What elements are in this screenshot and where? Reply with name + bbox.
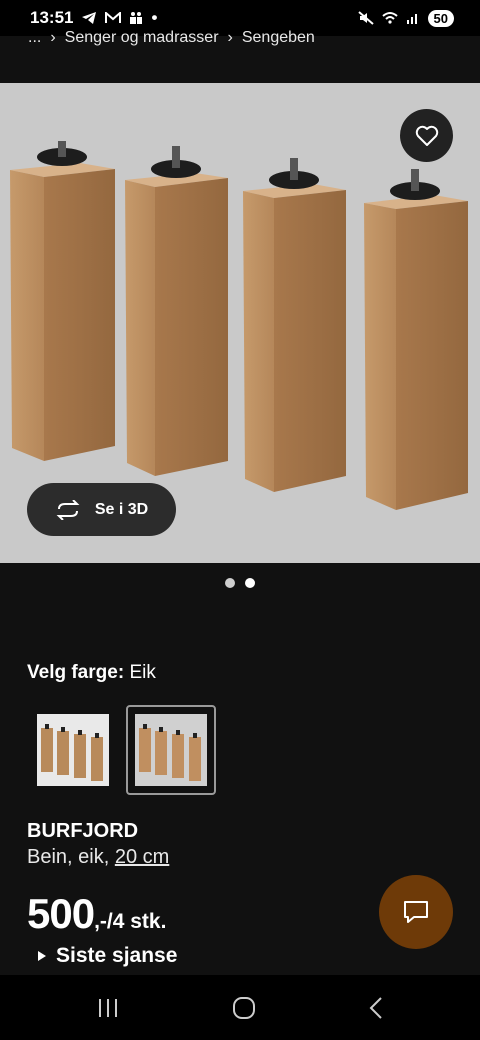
chat-icon bbox=[404, 901, 428, 923]
heart-icon bbox=[415, 125, 438, 146]
bed-leg-1 bbox=[10, 141, 115, 461]
last-chance-label: Siste sjanse bbox=[56, 944, 178, 967]
signal-icon bbox=[406, 14, 417, 24]
breadcrumb-item-beds[interactable]: Senger og madrasser bbox=[65, 29, 219, 47]
rotate-3d-icon bbox=[56, 499, 80, 520]
color-swatch-1-image bbox=[37, 714, 109, 786]
product-image-gallery[interactable]: Se i 3D bbox=[0, 83, 480, 563]
bed-leg-4 bbox=[364, 169, 468, 510]
color-label-value: Eik bbox=[129, 662, 156, 683]
breadcrumb: ... › Senger og madrasser › Sengeben bbox=[28, 29, 315, 47]
bed-leg-3 bbox=[243, 158, 346, 492]
status-time: 13:51 bbox=[30, 8, 74, 27]
home-icon[interactable] bbox=[232, 996, 256, 1020]
header: ... › Senger og madrasser › Sengeben bbox=[0, 29, 480, 83]
mute-icon bbox=[357, 11, 374, 25]
chevron-right-icon: › bbox=[50, 29, 56, 46]
recent-apps-icon[interactable] bbox=[96, 997, 120, 1019]
chat-button[interactable] bbox=[379, 875, 453, 949]
price-suffix: ,-/4 stk. bbox=[94, 910, 167, 933]
favorite-button[interactable] bbox=[400, 109, 453, 162]
carousel-indicators bbox=[0, 578, 480, 588]
price-main: 500 bbox=[27, 890, 95, 937]
carousel-dot-1[interactable] bbox=[225, 578, 235, 588]
back-icon[interactable] bbox=[368, 996, 384, 1020]
product-desc-prefix: Bein, eik, bbox=[27, 846, 115, 868]
gmail-icon bbox=[105, 12, 122, 23]
wifi-icon bbox=[381, 12, 398, 24]
view-3d-button[interactable]: Se i 3D bbox=[27, 483, 176, 536]
breadcrumb-ellipsis[interactable]: ... bbox=[28, 29, 41, 47]
system-nav-bar bbox=[0, 975, 480, 1040]
triangle-bullet-icon bbox=[38, 951, 46, 961]
bed-leg-2 bbox=[125, 146, 228, 476]
product-name: BURFJORD bbox=[27, 820, 139, 842]
product-size-link[interactable]: 20 cm bbox=[115, 846, 169, 868]
breadcrumb-item-bed-legs[interactable]: Sengeben bbox=[242, 29, 315, 47]
battery-indicator: 50 bbox=[427, 9, 454, 27]
dot-icon: • bbox=[151, 8, 158, 27]
telegram-icon bbox=[82, 12, 97, 24]
color-swatch-2[interactable] bbox=[126, 705, 216, 795]
product-price: 500 ,-/4 stk. bbox=[27, 890, 166, 938]
view-3d-label: Se i 3D bbox=[94, 500, 149, 518]
color-selector-label: Velg farge: Eik bbox=[27, 662, 156, 684]
last-chance-badge: Siste sjanse bbox=[38, 944, 177, 968]
chevron-right-icon: › bbox=[227, 29, 233, 46]
product-description: Bein, eik, 20 cm bbox=[27, 846, 169, 869]
color-swatch-1[interactable] bbox=[28, 705, 118, 795]
teams-icon bbox=[130, 12, 143, 24]
color-label-prefix: Velg farge: bbox=[27, 662, 125, 683]
carousel-dot-2[interactable] bbox=[245, 578, 255, 588]
color-swatch-2-image bbox=[135, 714, 207, 786]
